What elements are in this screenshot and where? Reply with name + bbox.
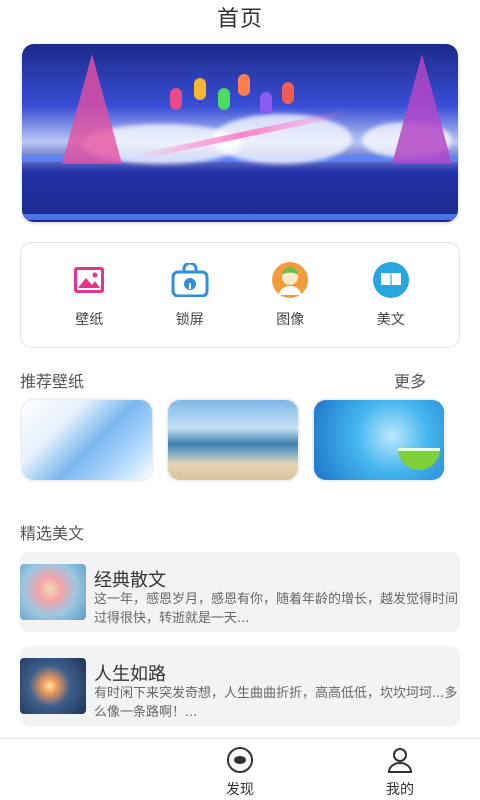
banner-sail <box>392 54 452 164</box>
banner-dancer <box>218 88 230 110</box>
banner-dancer <box>260 92 272 114</box>
section-title-articles: 精选美文 <box>20 524 85 543</box>
banner-dancer <box>170 88 182 110</box>
category-wallpaper[interactable]: 壁纸 <box>54 261 124 329</box>
nav-profile[interactable]: 我的 <box>370 747 430 799</box>
article-card[interactable]: 人生如路 有时闲下来突发奇想，人生曲曲折折，高高低低，坎坎坷坷...多么像一条路… <box>20 646 460 726</box>
wallpaper-thumb[interactable] <box>168 400 298 480</box>
article-desc: 有时闲下来突发奇想，人生曲曲折折，高高低低，坎坎坷坷...多么像一条路啊！... <box>94 686 458 720</box>
banner-dancer <box>282 82 294 104</box>
nav-label: 发现 <box>226 782 254 798</box>
article-title: 人生如路 <box>94 664 166 685</box>
category-label: 壁纸 <box>75 312 104 328</box>
category-label: 锁屏 <box>175 312 204 328</box>
category-article[interactable]: 美文 <box>356 261 426 329</box>
article-card[interactable]: 经典散文 这一年，感恩岁月，感恩有你，随着年龄的增长，越发觉得时间过得很快，转逝… <box>20 552 460 632</box>
article-thumb <box>20 658 86 714</box>
profile-icon <box>387 748 413 773</box>
banner-carousel[interactable] <box>22 44 458 222</box>
wallpaper-thumb[interactable] <box>22 400 152 480</box>
book-icon <box>372 261 410 299</box>
image-icon <box>70 261 108 299</box>
bottom-nav: 发现 我的 <box>0 738 480 800</box>
category-lockscreen[interactable]: 锁屏 <box>155 261 225 329</box>
lock-screen-icon <box>171 261 209 299</box>
category-card: 壁纸 锁屏 图像 美文 <box>20 242 460 348</box>
page-title: 首页 <box>216 7 263 32</box>
category-label: 美文 <box>376 312 405 328</box>
kiwi-slice <box>398 448 440 470</box>
banner-strip <box>22 214 458 220</box>
article-title: 经典散文 <box>94 570 166 591</box>
article-thumb <box>20 564 86 620</box>
category-label: 图像 <box>276 312 305 328</box>
nav-discover[interactable]: 发现 <box>210 747 270 799</box>
category-avatar[interactable]: 图像 <box>255 261 325 329</box>
banner-dancer <box>194 78 206 100</box>
nav-label: 我的 <box>386 782 414 798</box>
title-bar: 首页 <box>0 0 480 40</box>
wallpaper-thumb[interactable] <box>314 400 444 480</box>
wallpaper-row <box>22 400 454 480</box>
avatar-icon <box>271 261 309 299</box>
article-desc: 这一年，感恩岁月，感恩有你，随着年龄的增长，越发觉得时间过得很快，转逝就是一天.… <box>94 592 459 626</box>
section-title-wallpapers: 推荐壁纸 <box>20 372 85 391</box>
discover-icon <box>227 747 253 773</box>
banner-sail <box>62 54 122 164</box>
more-link[interactable]: 更多 <box>394 368 426 392</box>
banner-dancer <box>238 74 250 96</box>
